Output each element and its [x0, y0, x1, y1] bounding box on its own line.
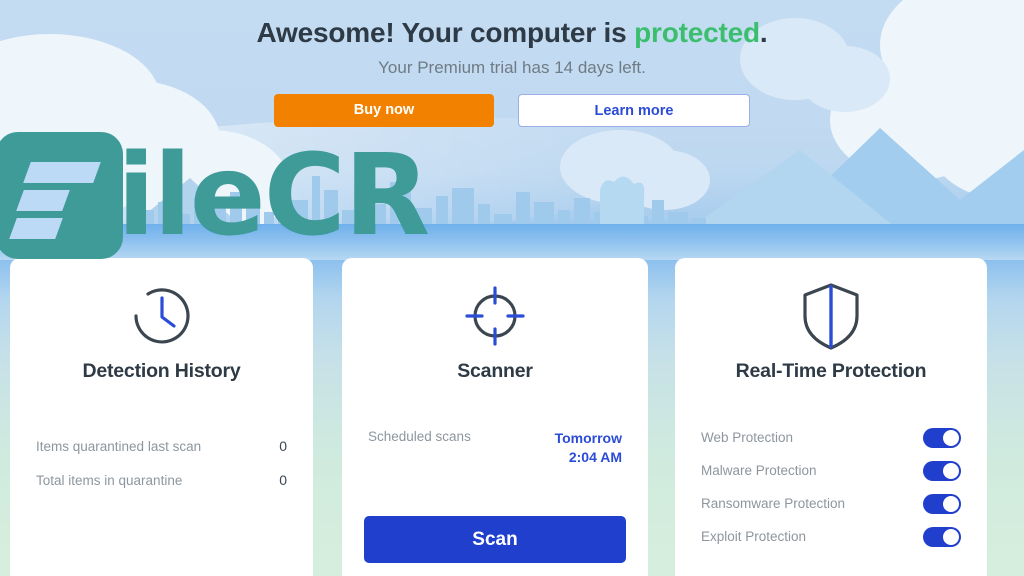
list-item: Ransomware Protection: [701, 487, 961, 520]
header-button-row: Buy now Learn more: [0, 94, 1024, 127]
stat-label: Items quarantined last scan: [36, 439, 202, 454]
page-title: Awesome! Your computer is protected.: [0, 16, 1024, 50]
list-item: Malware Protection: [701, 454, 961, 487]
exploit-protection-toggle[interactable]: [923, 526, 961, 547]
detection-history-title: Detection History: [82, 360, 241, 382]
trial-status-text: Your Premium trial has 14 days left.: [378, 58, 646, 77]
toggle-label: Malware Protection: [701, 463, 817, 478]
clock-icon: [36, 278, 287, 354]
scheduled-scans-row: Scheduled scans Tomorrow 2:04 AM: [368, 429, 622, 467]
list-item: Items quarantined last scan 0: [36, 429, 287, 463]
scheduled-scans-value: Tomorrow 2:04 AM: [555, 429, 622, 467]
crosshair-icon: [368, 278, 622, 354]
scheduled-scan-time: 2:04 AM: [568, 449, 622, 465]
buy-now-button[interactable]: Buy now: [274, 94, 494, 127]
city-skyline-icon: [140, 176, 706, 232]
status-word: protected: [634, 17, 760, 48]
stat-value: 0: [279, 472, 287, 488]
toggle-label: Ransomware Protection: [701, 496, 846, 511]
scheduled-scans-label: Scheduled scans: [368, 429, 471, 444]
toggle-knob: [943, 429, 959, 446]
header: Awesome! Your computer is protected. You…: [0, 0, 1024, 127]
protection-toggle-list: Web Protection Malware Protection Ransom…: [701, 421, 961, 553]
scanner-card[interactable]: Scanner Scheduled scans Tomorrow 2:04 AM…: [342, 258, 648, 576]
web-protection-toggle[interactable]: [923, 427, 961, 448]
stat-label: Total items in quarantine: [36, 473, 183, 488]
water-band: [0, 224, 1024, 260]
list-item: Total items in quarantine 0: [36, 463, 287, 497]
scanner-title: Scanner: [457, 360, 533, 382]
list-item: Exploit Protection: [701, 520, 961, 553]
malwarebytes-dashboard: Awesome! Your computer is protected. You…: [0, 0, 1024, 576]
real-time-protection-card[interactable]: Real-Time Protection Web Protection Malw…: [675, 258, 987, 576]
toggle-label: Exploit Protection: [701, 529, 807, 544]
shield-icon: [701, 278, 961, 354]
headline-suffix: .: [759, 17, 768, 48]
detection-history-card[interactable]: Detection History Items quarantined last…: [10, 258, 313, 576]
scheduled-scan-day: Tomorrow: [554, 430, 622, 446]
ransomware-protection-toggle[interactable]: [923, 493, 961, 514]
learn-more-button[interactable]: Learn more: [518, 94, 750, 127]
toggle-knob: [943, 495, 959, 512]
scan-button[interactable]: Scan: [364, 516, 626, 563]
toggle-label: Web Protection: [701, 430, 794, 445]
headline-prefix: Awesome! Your computer is: [256, 17, 635, 48]
list-item: Web Protection: [701, 421, 961, 454]
toggle-knob: [943, 528, 959, 545]
stat-value: 0: [279, 438, 287, 454]
real-time-protection-title: Real-Time Protection: [735, 360, 927, 382]
toggle-knob: [943, 462, 959, 479]
malware-protection-toggle[interactable]: [923, 460, 961, 481]
detection-stats-list: Items quarantined last scan 0 Total item…: [36, 429, 287, 497]
dashboard-cards: Detection History Items quarantined last…: [0, 258, 1024, 576]
